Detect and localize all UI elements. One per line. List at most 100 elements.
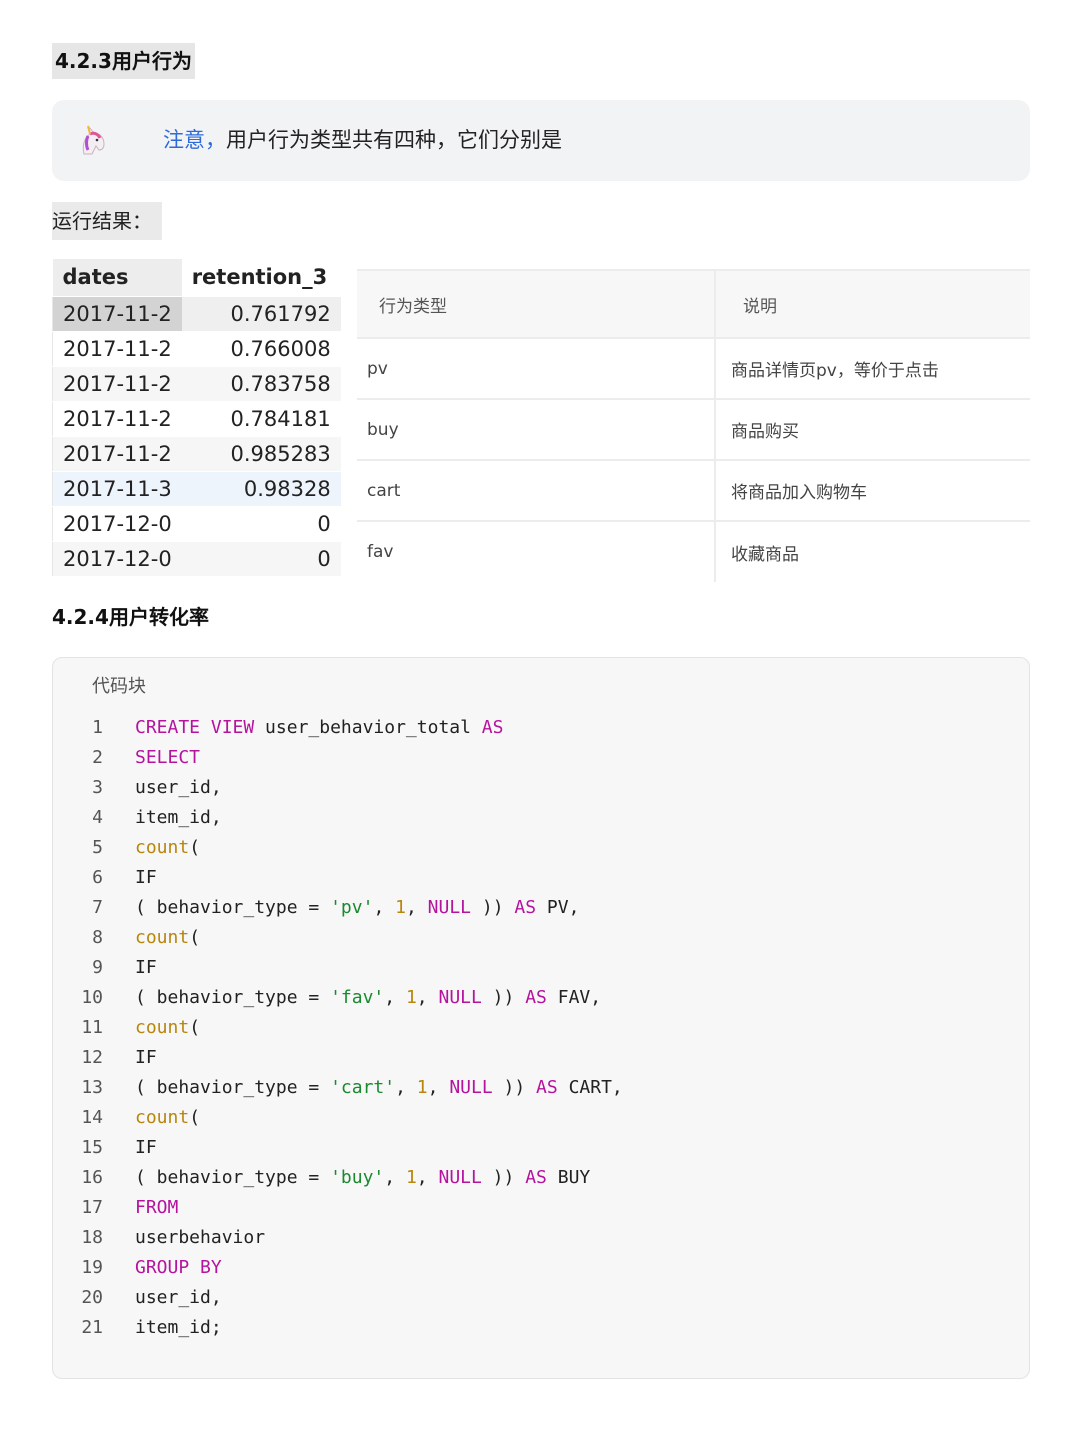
line-number: 18: [81, 1227, 103, 1248]
line-code[interactable]: IF: [135, 1043, 157, 1073]
header-dates: dates: [52, 259, 182, 297]
code-line[interactable]: 5 count(: [53, 833, 1029, 863]
code-token: ( behavior_type =: [135, 1167, 331, 1188]
cell-date[interactable]: 2017-12-0: [51, 541, 182, 577]
table-row: fav 收藏商品: [357, 520, 1030, 582]
line-code[interactable]: user_id,: [135, 773, 222, 803]
cell-retention[interactable]: 0: [181, 506, 341, 542]
code-line[interactable]: 7 ( behavior_type = 'pv', 1, NULL )) AS P…: [53, 893, 1029, 923]
line-code[interactable]: IF: [135, 1133, 157, 1163]
cell-retention[interactable]: 0: [181, 541, 341, 577]
code-line[interactable]: 12 IF: [53, 1043, 1029, 1073]
cell-retention[interactable]: 0.783758: [181, 366, 341, 402]
line-code[interactable]: FROM: [135, 1193, 178, 1223]
line-code[interactable]: ( behavior_type = 'pv', 1, NULL )) AS PV…: [135, 893, 579, 923]
table-row[interactable]: 2017-12-0 0: [51, 541, 341, 577]
line-code[interactable]: count(: [135, 1103, 200, 1133]
code-token: 'buy': [330, 1167, 385, 1188]
code-line[interactable]: 18 userbehavior: [53, 1223, 1029, 1253]
table-row[interactable]: 2017-11-2 0.784181: [51, 401, 341, 437]
cell-date[interactable]: 2017-11-2: [51, 401, 182, 437]
code-token: ( behavior_type =: [135, 987, 331, 1008]
cell-date[interactable]: 2017-11-2: [51, 436, 182, 472]
code-block[interactable]: 代码块 1 CREATE VIEW user_behavior_total AS 2…: [52, 657, 1030, 1379]
cell-date[interactable]: 2017-12-0: [51, 506, 182, 542]
line-code[interactable]: ( behavior_type = 'cart', 1, NULL )) AS …: [135, 1073, 623, 1103]
line-code[interactable]: count(: [135, 923, 200, 953]
code-line[interactable]: 8 count(: [53, 923, 1029, 953]
table-row[interactable]: 2017-11-3 0.98328: [51, 471, 341, 507]
code-line[interactable]: 16 ( behavior_type = 'buy', 1, NULL )) AS…: [53, 1163, 1029, 1193]
table-row[interactable]: 2017-11-2 0.985283: [51, 436, 341, 472]
code-line[interactable]: 10 ( behavior_type = 'fav', 1, NULL )) AS…: [53, 983, 1029, 1013]
code-token: ,: [416, 1167, 439, 1188]
code-token: count: [135, 927, 190, 948]
code-line[interactable]: 6 IF: [53, 863, 1029, 893]
line-code[interactable]: ( behavior_type = 'buy', 1, NULL )) AS B…: [135, 1163, 590, 1193]
code-line[interactable]: 2 SELECT: [53, 743, 1029, 773]
code-line[interactable]: 17 FROM: [53, 1193, 1029, 1223]
code-token: AS: [525, 1167, 547, 1188]
code-token: user_behavior_total: [254, 717, 482, 738]
line-code[interactable]: count(: [135, 1013, 200, 1043]
document-page: 4.2.3用户行为 注意，用户行为类型共有四种，它们分别是 运行结果： date…: [0, 0, 1080, 1440]
line-number: 16: [81, 1167, 103, 1188]
line-code[interactable]: user_id,: [135, 1283, 222, 1313]
code-line[interactable]: 20 user_id,: [53, 1283, 1029, 1313]
line-number: 17: [81, 1197, 103, 1218]
line-code[interactable]: IF: [135, 863, 157, 893]
line-code[interactable]: item_id;: [135, 1313, 222, 1343]
table-row[interactable]: 2017-11-2 0.783758: [51, 366, 341, 402]
section-heading-user-behavior: 4.2.3用户行为: [52, 43, 195, 79]
code-token: NULL: [427, 897, 472, 918]
code-token: IF: [135, 1047, 157, 1068]
code-line[interactable]: 13 ( behavior_type = 'cart', 1, NULL )) A…: [53, 1073, 1029, 1103]
code-token: (: [189, 837, 201, 858]
table-row: pv 商品详情页pv，等价于点击: [357, 337, 1030, 399]
code-token: CREATE VIEW: [135, 717, 255, 738]
table-row[interactable]: 2017-11-2 0.766008: [51, 331, 341, 367]
line-number: 14: [81, 1107, 103, 1128]
code-token: NULL: [438, 987, 482, 1008]
cell-date[interactable]: 2017-11-2: [51, 296, 182, 332]
cell-behavior: pv: [357, 337, 716, 399]
code-line[interactable]: 15 IF: [53, 1133, 1029, 1163]
cell-date[interactable]: 2017-11-2: [51, 331, 182, 367]
code-line[interactable]: 9 IF: [53, 953, 1029, 983]
code-token: item_id,: [135, 807, 222, 828]
cell-description: 将商品加入购物车: [715, 459, 1030, 521]
table-row: cart 将商品加入购物车: [357, 459, 1030, 521]
cell-date[interactable]: 2017-11-3: [51, 471, 182, 507]
line-code[interactable]: userbehavior: [135, 1223, 265, 1253]
code-line[interactable]: 21 item_id;: [53, 1313, 1029, 1343]
code-line[interactable]: 14 count(: [53, 1103, 1029, 1133]
line-code[interactable]: SELECT: [135, 743, 200, 773]
line-code[interactable]: ( behavior_type = 'fav', 1, NULL )) AS F…: [135, 983, 601, 1013]
code-line[interactable]: 11 count(: [53, 1013, 1029, 1043]
code-token: AS: [481, 717, 504, 738]
code-line[interactable]: 3 user_id,: [53, 773, 1029, 803]
line-code[interactable]: count(: [135, 833, 200, 863]
code-lines[interactable]: 1 CREATE VIEW user_behavior_total AS 2 SELE…: [53, 713, 1029, 1343]
code-token: )): [471, 897, 515, 918]
code-token: 1: [395, 897, 406, 918]
cell-date[interactable]: 2017-11-2: [51, 366, 182, 402]
code-line[interactable]: 4 item_id,: [53, 803, 1029, 833]
code-line[interactable]: 1 CREATE VIEW user_behavior_total AS: [53, 713, 1029, 743]
code-token: count: [135, 837, 190, 858]
cell-retention[interactable]: 0.98328: [181, 471, 341, 507]
cell-retention[interactable]: 0.784181: [181, 401, 341, 437]
cell-retention[interactable]: 0.985283: [181, 436, 341, 472]
table-row[interactable]: 2017-12-0 0: [51, 506, 341, 542]
line-code[interactable]: item_id,: [135, 803, 222, 833]
line-code[interactable]: CREATE VIEW user_behavior_total AS: [135, 713, 503, 743]
code-token: count: [135, 1107, 190, 1128]
line-code[interactable]: IF: [135, 953, 157, 983]
line-number: 4: [92, 807, 103, 828]
table-row[interactable]: 2017-11-2 0.761792: [51, 296, 341, 332]
cell-retention[interactable]: 0.766008: [181, 331, 341, 367]
code-line[interactable]: 19 GROUP BY: [53, 1253, 1029, 1283]
line-number: 1: [92, 717, 103, 738]
cell-retention[interactable]: 0.761792: [181, 296, 341, 332]
line-code[interactable]: GROUP BY: [135, 1253, 222, 1283]
